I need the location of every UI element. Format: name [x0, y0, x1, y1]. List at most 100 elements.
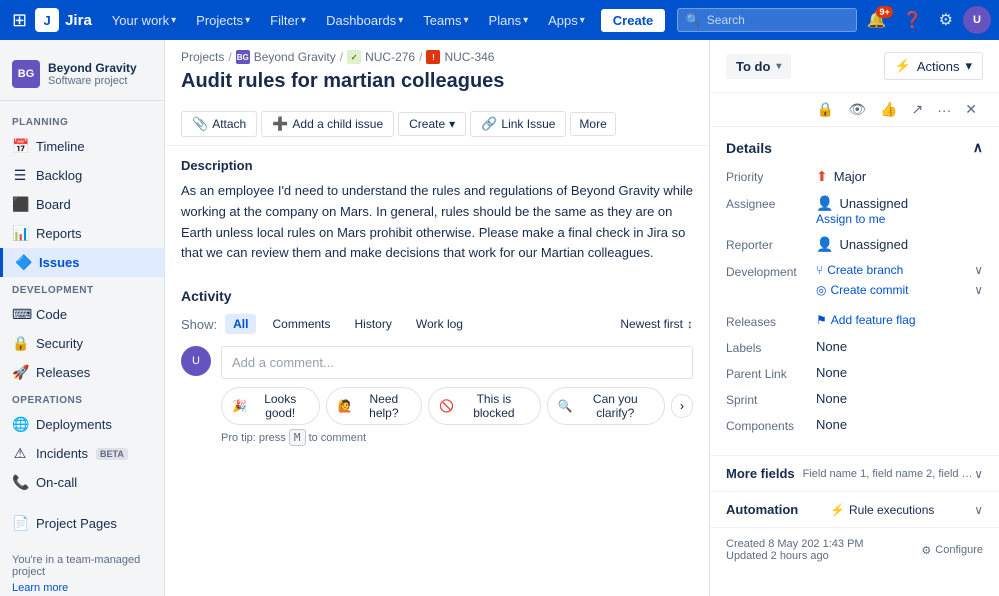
- sidebar-item-releases[interactable]: 🚀 Releases: [0, 358, 164, 387]
- create-branch-link[interactable]: ⑂ Create branch: [816, 263, 903, 277]
- pro-tip: Pro tip: press M to comment: [221, 431, 693, 444]
- sidebar-item-label: Issues: [39, 255, 79, 270]
- create-button[interactable]: Create: [601, 9, 665, 32]
- watch-icon[interactable]: 👁: [842, 97, 872, 122]
- sidebar-item-project-pages[interactable]: 📄 Project Pages: [0, 509, 164, 538]
- lock-icon[interactable]: 🔒: [811, 97, 840, 122]
- sort-newest[interactable]: Newest first ↕: [620, 317, 693, 331]
- grid-icon[interactable]: ⊞: [8, 6, 31, 35]
- oncall-icon: 📞: [12, 474, 28, 491]
- more-options-icon[interactable]: ···: [931, 98, 957, 122]
- sidebar: BG Beyond Gravity Software project PLANN…: [0, 40, 165, 596]
- filter-all[interactable]: All: [225, 314, 256, 334]
- status-button[interactable]: To do ▾: [726, 54, 791, 79]
- settings-button[interactable]: ⚙: [933, 6, 959, 34]
- main-content: Projects / BG Beyond Gravity / ✓ NUC-276…: [165, 40, 709, 596]
- priority-row: Priority ⬆ Major: [726, 168, 983, 185]
- sidebar-item-board[interactable]: ⬛ Board: [0, 190, 164, 219]
- development-row: Development ⑂ Create branch ∨ ◎ Create c…: [726, 263, 983, 303]
- lightning-icon: ⚡: [895, 58, 911, 74]
- chevron-down-icon: ▾: [301, 15, 306, 26]
- description-section: Description As an employee I'd need to u…: [165, 146, 709, 276]
- pages-icon: 📄: [12, 515, 28, 532]
- labels-row: Labels None: [726, 339, 983, 355]
- issue-title: Audit rules for martian colleagues: [181, 70, 693, 93]
- filter-comments[interactable]: Comments: [264, 314, 338, 334]
- code-icon: ⌨: [12, 306, 28, 323]
- more-button[interactable]: More: [570, 112, 615, 136]
- nav-teams[interactable]: Teams ▾: [415, 9, 476, 32]
- panel-icon-actions: 🔒 👁 👍 ↗ ··· ✕: [710, 93, 999, 127]
- add-feature-flag-link[interactable]: ⚑ Add feature flag: [816, 313, 916, 327]
- assignee-row: Assignee 👤 Unassigned Assign to me: [726, 195, 983, 226]
- share-icon[interactable]: ↗: [906, 97, 930, 122]
- quick-reply-clarify[interactable]: 🔍 Can you clarify?: [547, 387, 665, 425]
- attach-button[interactable]: 📎 Attach: [181, 111, 257, 137]
- branch-expand-icon[interactable]: ∨: [974, 263, 983, 277]
- create-commit-link[interactable]: ◎ Create commit: [816, 283, 909, 297]
- sidebar-item-oncall[interactable]: 📞 On-call: [0, 468, 164, 497]
- nav-plans[interactable]: Plans ▾: [481, 9, 537, 32]
- chevron-down-icon: ▾: [523, 15, 528, 26]
- nav-apps[interactable]: Apps ▾: [540, 9, 593, 32]
- sidebar-item-code[interactable]: ⌨ Code: [0, 300, 164, 329]
- details-title[interactable]: Details ∧: [726, 139, 983, 156]
- quick-reply-blocked[interactable]: 🚫 This is blocked: [428, 387, 540, 425]
- sidebar-item-deployments[interactable]: 🌐 Deployments: [0, 410, 164, 439]
- assign-to-me-link[interactable]: Assign to me: [816, 212, 983, 226]
- create-button-issue[interactable]: Create ▾: [398, 112, 466, 136]
- add-child-issue-button[interactable]: ➕ Add a child issue: [261, 111, 394, 137]
- attach-icon: 📎: [192, 116, 208, 132]
- nav-filter[interactable]: Filter ▾: [262, 9, 314, 32]
- learn-more-link[interactable]: Learn more: [0, 582, 164, 596]
- breadcrumb-project[interactable]: BG Beyond Gravity: [236, 50, 336, 64]
- beta-badge: BETA: [96, 448, 128, 460]
- sidebar-item-reports[interactable]: 📊 Reports: [0, 219, 164, 248]
- chevron-down-icon: ▾: [171, 15, 176, 26]
- configure-button[interactable]: ⚙ Configure: [921, 544, 983, 557]
- automation-section[interactable]: Automation ⚡ Rule executions ∨: [710, 492, 999, 527]
- actions-button[interactable]: ⚡ Actions ▾: [884, 52, 983, 80]
- sidebar-item-timeline[interactable]: 📅 Timeline: [0, 132, 164, 161]
- quick-reply-looks-good[interactable]: 🎉 Looks good!: [221, 387, 320, 425]
- nav-your-work[interactable]: Your work ▾: [104, 9, 184, 32]
- nav-projects[interactable]: Projects ▾: [188, 9, 258, 32]
- close-icon[interactable]: ✕: [959, 97, 983, 122]
- sort-icon: ↕: [687, 317, 693, 331]
- sidebar-item-incidents[interactable]: ⚠ Incidents BETA: [0, 439, 164, 468]
- sidebar-item-issues[interactable]: 🔷 Issues: [0, 248, 164, 277]
- commit-expand-icon[interactable]: ∨: [974, 283, 983, 297]
- sidebar-item-security[interactable]: 🔒 Security: [0, 329, 164, 358]
- link-issue-button[interactable]: 🔗 Link Issue: [470, 111, 566, 137]
- comment-input[interactable]: Add a comment...: [221, 346, 693, 379]
- logo[interactable]: J Jira: [35, 8, 92, 32]
- search-bar[interactable]: 🔍 Search: [677, 8, 857, 32]
- planning-section-label: PLANNING: [0, 109, 164, 132]
- deployments-icon: 🌐: [12, 416, 28, 433]
- breadcrumb-projects[interactable]: Projects: [181, 50, 224, 64]
- project-icon: BG: [12, 60, 40, 88]
- more-fields-section[interactable]: More fields Field name 1, field name 2, …: [710, 456, 999, 491]
- chevron-down-icon: ▾: [245, 15, 250, 26]
- created-section: Created 8 May 202 1:43 PM Updated 2 hour…: [710, 528, 999, 572]
- chevron-down-icon: ∨: [974, 503, 983, 517]
- shortcut-key: M: [289, 429, 306, 446]
- description-title: Description: [181, 158, 693, 173]
- nav-dashboards[interactable]: Dashboards ▾: [318, 9, 411, 32]
- description-text: As an employee I'd need to understand th…: [181, 181, 693, 264]
- help-button[interactable]: ❓: [897, 6, 929, 34]
- created-text: Created 8 May 202 1:43 PM: [726, 538, 864, 550]
- quick-reply-more[interactable]: ›: [671, 394, 693, 418]
- automation-value: ⚡ Rule executions: [830, 503, 934, 517]
- sidebar-item-backlog[interactable]: ☰ Backlog: [0, 161, 164, 190]
- updated-text: Updated 2 hours ago: [726, 550, 864, 562]
- create-branch-row: ⑂ Create branch ∨: [816, 263, 983, 277]
- breadcrumb-parent-issue[interactable]: ✓ NUC-276: [347, 50, 415, 64]
- filter-history[interactable]: History: [347, 314, 400, 334]
- filter-worklog[interactable]: Work log: [408, 314, 471, 334]
- quick-reply-need-help[interactable]: 🙋 Need help?: [326, 387, 422, 425]
- sidebar-item-label: Board: [36, 197, 71, 212]
- thumbs-up-icon[interactable]: 👍: [874, 97, 903, 122]
- notifications-button[interactable]: 🔔 9+: [861, 6, 893, 34]
- avatar[interactable]: U: [963, 6, 991, 34]
